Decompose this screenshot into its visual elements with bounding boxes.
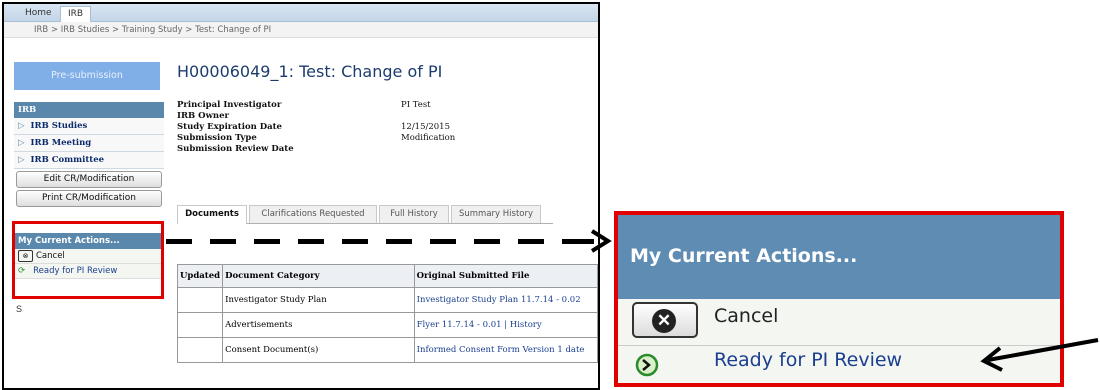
detail-label: Principal Investigator [177, 100, 282, 110]
table-row: Consent Document(s) Informed Consent For… [176, 337, 598, 363]
tab-irb[interactable]: IRB [60, 6, 92, 22]
table-cell [176, 337, 224, 363]
file-link[interactable]: Investigator Study Plan 11.7.14 - 0.02 [413, 287, 598, 313]
irb-sidebar-panel: IRB ▷ IRB Studies ▷ IRB Meeting ▷ IRB Commi… [14, 102, 164, 209]
tab-documents[interactable]: Documents [177, 205, 247, 224]
screenshot-frame: Home IRB IRB > IRB Studies > Training St… [2, 2, 600, 390]
expand-triangle-icon: ▷ [18, 138, 25, 148]
stray-text: S [16, 304, 23, 314]
green-arrow-icon [635, 353, 659, 377]
sidebar-item-irb-studies[interactable]: ▷ IRB Studies [14, 118, 164, 135]
table-row: Advertisements Flyer 11.7.14 - 0.01 | Hi… [176, 312, 598, 338]
presubmission-button[interactable]: Pre-submission [14, 62, 160, 90]
detail-label: Submission Type [177, 133, 257, 143]
detail-label: Submission Review Date [177, 144, 294, 154]
sidebar-item-label: IRB Committee [30, 155, 105, 165]
table-cell: Consent Document(s) [222, 337, 415, 363]
tab-home[interactable]: Home [18, 6, 59, 21]
file-link[interactable]: Informed Consent Form Version 1 date [413, 337, 598, 363]
column-header[interactable]: Updated [176, 264, 224, 288]
cancel-button[interactable]: ✕ [632, 302, 698, 338]
tab-clarifications-requested[interactable]: Clarifications Requested [249, 205, 377, 223]
file-link[interactable]: Flyer 11.7.14 - 0.01 | History [413, 312, 598, 338]
sidebar-item-label: IRB Meeting [30, 138, 92, 148]
sidebar-item-irb-committee[interactable]: ▷ IRB Committee [14, 152, 164, 169]
page-title: H00006049_1: Test: Change of PI [177, 62, 443, 81]
zoom-title: My Current Actions... [630, 245, 858, 267]
top-nav: Home IRB [4, 4, 598, 22]
zoom-cancel-label: Cancel [714, 305, 779, 327]
sidebar-section-title: IRB [14, 102, 164, 118]
column-header[interactable]: Document Category [222, 264, 415, 288]
breadcrumb[interactable]: IRB > IRB Studies > Training Study > Tes… [4, 22, 598, 38]
detail-label: IRB Owner [177, 111, 229, 121]
edit-modification-button[interactable]: Edit CR/Modification [16, 171, 162, 188]
table-cell: Investigator Study Plan [222, 287, 415, 313]
print-modification-button[interactable]: Print CR/Modification [16, 190, 162, 207]
sidebar-item-label: IRB Studies [30, 121, 88, 131]
detail-value: PI Test [401, 100, 431, 110]
table-cell [176, 287, 224, 313]
table-row: Investigator Study Plan Investigator Stu… [176, 287, 598, 313]
document-tabs: Documents Clarifications Requested Full … [177, 205, 553, 224]
tab-summary-history[interactable]: Summary History [451, 205, 541, 223]
tab-full-history[interactable]: Full History [379, 205, 449, 223]
detail-value: Modification [401, 133, 456, 143]
table-header-row: Updated Document Category Original Submi… [176, 264, 598, 288]
pointer-arrow-icon [980, 338, 1099, 372]
expand-triangle-icon: ▷ [18, 121, 25, 131]
detail-value: 12/15/2015 [401, 122, 450, 132]
table-cell: Advertisements [222, 312, 415, 338]
sidebar-item-irb-meeting[interactable]: ▷ IRB Meeting [14, 135, 164, 152]
documents-table: Updated Document Category Original Submi… [176, 264, 598, 363]
column-header[interactable]: Original Submitted File [413, 264, 598, 288]
ready-for-pi-review-link[interactable]: Ready for PI Review [714, 349, 902, 371]
expand-triangle-icon: ▷ [18, 155, 25, 165]
detail-label: Study Expiration Date [177, 122, 282, 132]
close-icon: ✕ [652, 309, 676, 333]
highlight-box-small [12, 221, 164, 299]
arrowhead-icon [590, 229, 612, 253]
table-cell [176, 312, 224, 338]
